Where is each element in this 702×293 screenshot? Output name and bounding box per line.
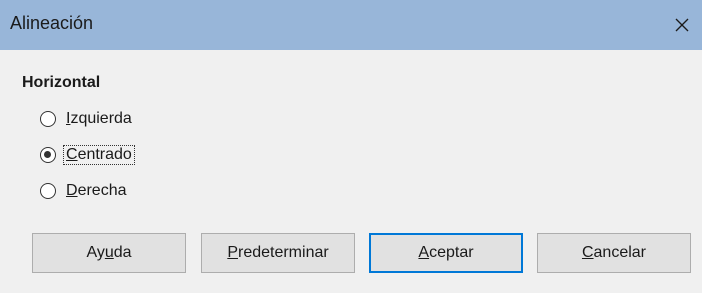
reset-button[interactable]: Predeterminar (201, 233, 355, 273)
radio-derecha[interactable]: Derecha (40, 182, 128, 200)
radio-label-derecha: Derecha (66, 182, 127, 199)
help-button[interactable]: Ay u da (32, 233, 186, 273)
radio-centrado[interactable]: Centrado (40, 145, 135, 165)
close-button[interactable] (662, 0, 702, 50)
ok-button[interactable]: Aceptar (369, 233, 523, 273)
radio-button-derecha[interactable] (40, 183, 56, 199)
radio-button-centrado[interactable] (40, 147, 56, 163)
dialog-content: Horizontal Izquierda Centrado Derecha Ay… (0, 50, 702, 293)
horizontal-section-label: Horizontal (22, 74, 101, 91)
radio-button-izquierda[interactable] (40, 111, 56, 127)
alignment-dialog: Alineación Horizontal Izquierda Centrado… (0, 0, 702, 293)
close-icon (675, 18, 689, 32)
radio-izquierda[interactable]: Izquierda (40, 110, 134, 128)
cancel-button[interactable]: Cancelar (537, 233, 691, 273)
radio-label-izquierda: Izquierda (66, 110, 132, 127)
dialog-title: Alineación (10, 13, 94, 33)
title-bar: Alineación (0, 0, 702, 50)
radio-label-centrado: Centrado (63, 145, 135, 165)
